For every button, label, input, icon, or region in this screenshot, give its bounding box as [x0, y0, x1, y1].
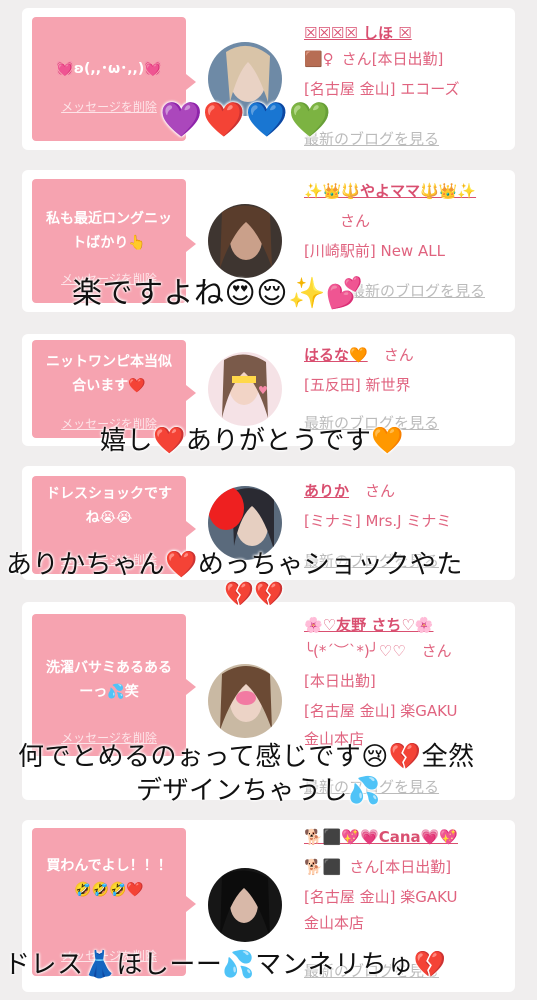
- honorific: さん: [383, 346, 414, 364]
- status-text: [本日出勤]: [371, 50, 444, 68]
- avatar[interactable]: [208, 204, 282, 278]
- profile-tag: ╰(*´︶`*)╯♡♡: [304, 642, 406, 660]
- overlay-text-4a: 何でとめるのぉって感じです😢💔全然: [18, 742, 475, 772]
- overlay-text-3b: 💔💔: [224, 580, 285, 608]
- overlay-text-3a: ありかちゃん❤️めっちゃショックやた: [6, 550, 463, 580]
- profile-name-link[interactable]: ✨👑🔱やよママ🔱👑✨: [304, 182, 476, 200]
- overlay-text-2: 嬉し❤️ありがとうです🧡: [100, 426, 405, 456]
- hearts-sticker: 💜❤️💙💚: [160, 100, 332, 140]
- message-text: ニットワンピ本当似合います❤️: [46, 354, 172, 394]
- overlay-text-4b: デザインちゃうし💦: [136, 776, 381, 806]
- status-text: [本日出勤]: [304, 672, 376, 690]
- shop-text: [五反田] 新世界: [304, 376, 411, 394]
- message-text: 私も最近ロングニットばかり👆: [46, 211, 172, 251]
- message-text: 💓ʚ(,,･ω･,,)💓: [56, 61, 162, 77]
- shop-text: [名古屋 金山] 楽GAKU: [304, 888, 458, 906]
- avatar[interactable]: ♥: [208, 352, 282, 426]
- svg-text:♥: ♥: [258, 384, 268, 397]
- honorific: さん: [340, 212, 371, 230]
- honorific: さん: [421, 642, 452, 660]
- shop-text: [川崎駅前] New ALL: [304, 242, 445, 260]
- honorific: さん: [341, 50, 372, 68]
- profile-name-link[interactable]: 🌸♡友野 さち♡🌸: [304, 616, 433, 634]
- profile-name-link[interactable]: ☒☒☒☒ しほ ☒: [304, 24, 412, 42]
- message-text: ドレスショックですね😭😭: [46, 486, 172, 526]
- shop-text: [名古屋 金山] エコーズ: [304, 80, 460, 98]
- blog-link[interactable]: 最新のブログを見る: [350, 280, 485, 301]
- message-bubble: 洗濯バサミあるあるーっ💦笑 メッセージを削除: [32, 614, 196, 756]
- message-text: 洗濯バサミあるあるーっ💦笑: [46, 660, 172, 700]
- status-text: [本日出勤]: [379, 858, 452, 876]
- shop-text: [ミナミ] Mrs.J ミナミ: [304, 512, 452, 530]
- honorific: さん: [365, 482, 396, 500]
- overlay-text-5: ドレス👗ほしーー💦マンネリちゅ💔: [4, 950, 447, 980]
- avatar[interactable]: [208, 664, 282, 738]
- profile-tag: 🐕⬛: [304, 858, 342, 876]
- profile-tag: 🟫♀: [304, 50, 334, 68]
- profile-name-link[interactable]: はるな🧡: [304, 346, 368, 364]
- shop-text-2: 金山本店: [304, 914, 365, 932]
- message-text: 買わんでよし！！！🤣🤣🤣❤️: [46, 858, 172, 898]
- honorific: さん: [349, 858, 380, 876]
- shop-text: [名古屋 金山] 楽GAKU: [304, 702, 458, 720]
- overlay-text-1: 楽ですよね😍😌✨💕: [72, 276, 364, 311]
- profile-name-link[interactable]: ありか: [304, 482, 349, 500]
- profile-name-link[interactable]: 🐕⬛💖💗Cana💗💖: [304, 828, 458, 846]
- avatar[interactable]: [208, 868, 282, 942]
